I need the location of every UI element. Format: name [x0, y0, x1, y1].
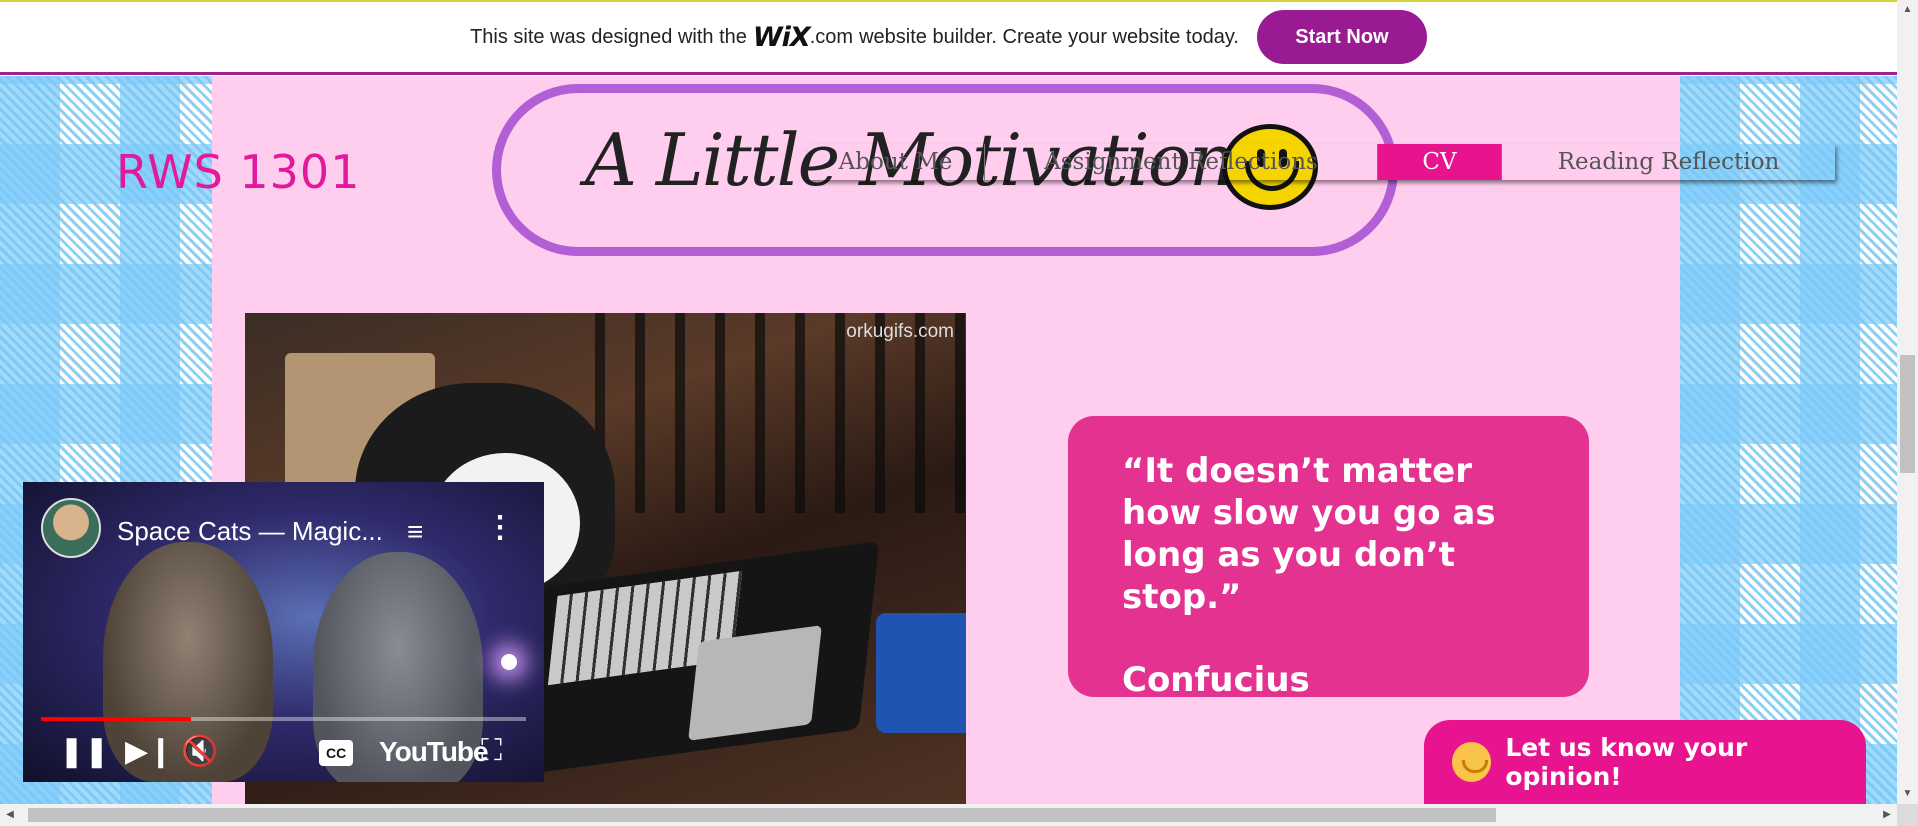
channel-avatar[interactable] [41, 498, 101, 558]
nav-item-reading-reflection[interactable]: Reading Reflection [1502, 144, 1835, 180]
start-now-button[interactable]: Start Now [1256, 10, 1427, 64]
captions-icon[interactable]: CC [319, 740, 354, 766]
youtube-logo[interactable]: YouTube [379, 736, 489, 768]
smile-icon [1452, 742, 1492, 782]
wix-logo-com: .com [809, 25, 854, 48]
photo-numpad [688, 625, 822, 741]
more-options-icon[interactable]: ⋮ [485, 510, 515, 545]
scroll-down-arrow-icon[interactable]: ▼ [1897, 784, 1918, 804]
fullscreen-icon[interactable]: ⛶ [481, 734, 502, 768]
next-icon[interactable]: ▶❙ [125, 734, 173, 769]
vertical-scroll-thumb[interactable] [1900, 355, 1915, 473]
vertical-scrollbar[interactable]: ▲ ▼ [1897, 0, 1918, 804]
wix-promo-banner: This site was designed with the WiX .com… [0, 0, 1897, 75]
scroll-up-arrow-icon[interactable]: ▲ [1897, 0, 1918, 20]
progress-bar-fill [41, 717, 192, 721]
progress-bar[interactable] [41, 717, 526, 721]
scroll-right-arrow-icon[interactable]: ▶ [1877, 804, 1897, 826]
horizontal-scrollbar[interactable]: ◀ ▶ [0, 804, 1897, 826]
photo-background-bars [595, 313, 965, 513]
scroll-left-arrow-icon[interactable]: ◀ [0, 804, 20, 826]
banner-text-after: website builder. Create your website tod… [859, 25, 1239, 48]
video-title[interactable]: Space Cats — Magic... [117, 516, 383, 547]
nav-item-assignment-reflections[interactable]: Assignment Reflections [985, 144, 1378, 180]
gif-watermark: orkugifs.com [846, 321, 954, 342]
gingham-background-right [1680, 76, 1897, 804]
feedback-button[interactable]: Let us know your opinion! [1424, 720, 1866, 804]
video-star-glow [501, 654, 517, 670]
quote-card: “It doesn’t matter how slow you go as lo… [1068, 416, 1589, 700]
nav-item-about-me[interactable]: About Me [807, 144, 985, 180]
course-title[interactable]: RWS 1301 [116, 145, 360, 199]
queue-icon[interactable]: ≡ [407, 516, 423, 548]
pause-icon[interactable]: ❚❚ [59, 734, 109, 769]
quote-author: Confucius [1122, 660, 1310, 700]
site-nav-menu: About Me Assignment Reflections CV Readi… [807, 144, 1835, 180]
quote-text: “It doesn’t matter how slow you go as lo… [1122, 451, 1496, 617]
nav-item-cv[interactable]: CV [1378, 144, 1502, 180]
photo-blue-object [876, 613, 966, 733]
youtube-mini-player[interactable]: Space Cats — Magic... ≡ ⋮ ❚❚ ▶❙ 🔇 CC You… [23, 482, 544, 782]
banner-text-before: This site was designed with the [470, 25, 747, 48]
feedback-label: Let us know your opinion! [1505, 733, 1748, 791]
muted-icon[interactable]: 🔇 [181, 734, 218, 769]
horizontal-scroll-thumb[interactable] [28, 808, 1496, 822]
wix-banner-message: This site was designed with the WiX .com… [470, 22, 1239, 53]
scrollbar-corner [1897, 804, 1918, 826]
wix-logo[interactable]: WiX [753, 22, 811, 53]
